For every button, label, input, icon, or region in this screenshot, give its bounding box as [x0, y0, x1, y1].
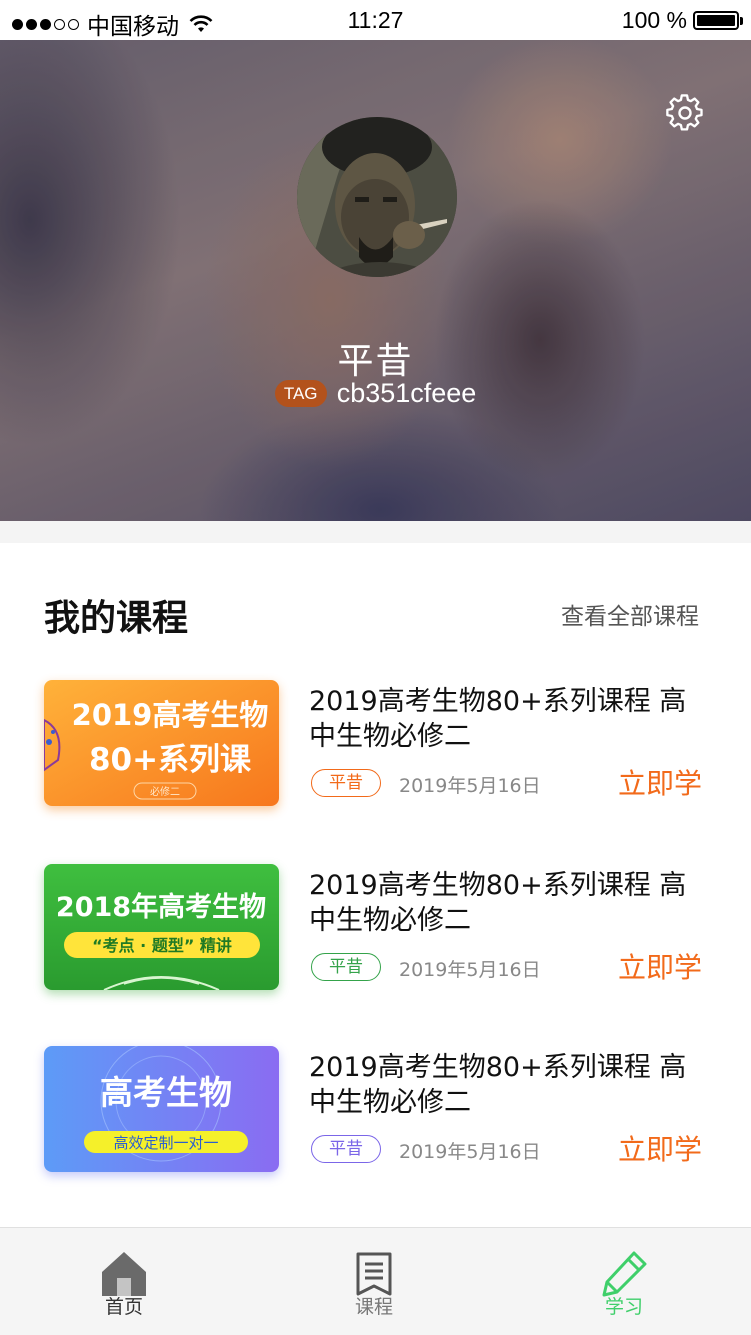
tab-home-label: 首页 [104, 1296, 143, 1318]
home-icon [102, 1252, 146, 1296]
course-item[interactable]: 高考生物 高效定制一对一 2019高考生物80+系列课程 高中生物必修二 平昔 … [0, 1046, 751, 1186]
user-tag-row: TAG cb351cfeee [0, 378, 751, 409]
tab-study[interactable]: 学习 [564, 1228, 684, 1335]
teacher-tag: 平昔 [311, 1135, 381, 1163]
user-tag-value: cb351cfeee [336, 378, 477, 408]
bottom-tab-bar: 首页 课程 学习 [0, 1227, 751, 1335]
thumb-line3: 必修二 [150, 785, 180, 798]
course-date: 2019年5月16日 [399, 959, 541, 981]
thumb-line1: 2018年高考生物 [56, 891, 266, 923]
teacher-tag: 平昔 [311, 769, 381, 797]
user-name: 平昔 [337, 341, 414, 382]
start-learning-button[interactable]: 立即学 [618, 1128, 702, 1168]
battery-percent: 100 % [621, 7, 687, 33]
tab-courses-label: 课程 [354, 1296, 393, 1318]
tag-badge: TAG [274, 380, 327, 407]
thumb-line2: 80+系列课 [89, 742, 252, 778]
course-date: 2019年5月16日 [399, 1141, 541, 1163]
start-learning-button[interactable]: 立即学 [618, 762, 702, 802]
tab-home[interactable]: 首页 [64, 1228, 184, 1335]
course-date: 2019年5月16日 [399, 775, 541, 797]
course-title[interactable]: 2019高考生物80+系列课程 高中生物必修二 [309, 868, 709, 938]
view-all-courses-link[interactable]: 查看全部课程 [561, 597, 699, 631]
course-title[interactable]: 2019高考生物80+系列课程 高中生物必修二 [309, 1050, 709, 1120]
course-title[interactable]: 2019高考生物80+系列课程 高中生物必修二 [309, 684, 709, 754]
start-learning-button[interactable]: 立即学 [618, 946, 702, 986]
teacher-tag: 平昔 [311, 953, 381, 981]
course-thumbnail[interactable]: 高考生物 高效定制一对一 [44, 1046, 279, 1172]
my-courses-section: 我的课程 查看全部课程 2019高考生物 80+系列课 必修二 2019高考生物… [0, 543, 751, 1227]
course-item[interactable]: 2018年高考生物 “考点 · 题型” 精讲 2019高考生物80+系列课程 高… [0, 864, 751, 1004]
status-right: 100 % [621, 7, 743, 34]
thumb-line1: 2019高考生物 [72, 698, 269, 732]
pencil-icon [602, 1251, 647, 1297]
book-icon [356, 1252, 392, 1296]
status-bar: 中国移动 11:27 100 % [0, 0, 751, 40]
avatar-image [297, 117, 457, 277]
thumb-line2: “考点 · 题型” 精讲 [92, 936, 232, 955]
tab-courses[interactable]: 课程 [314, 1228, 434, 1335]
course-item[interactable]: 2019高考生物 80+系列课 必修二 2019高考生物80+系列课程 高中生物… [0, 680, 751, 820]
thumb-line1: 高考生物 [100, 1073, 232, 1112]
course-thumbnail[interactable]: 2019高考生物 80+系列课 必修二 [44, 680, 279, 806]
gear-icon[interactable] [666, 94, 704, 132]
avatar[interactable] [297, 117, 457, 277]
course-thumbnail[interactable]: 2018年高考生物 “考点 · 题型” 精讲 [44, 864, 279, 990]
battery-icon [693, 11, 743, 30]
tab-study-label: 学习 [604, 1296, 643, 1318]
thumb-line2: 高效定制一对一 [113, 1134, 218, 1152]
profile-header: 平昔 TAG cb351cfeee [0, 40, 751, 521]
section-title: 我的课程 [44, 598, 189, 639]
header-background [0, 40, 751, 521]
